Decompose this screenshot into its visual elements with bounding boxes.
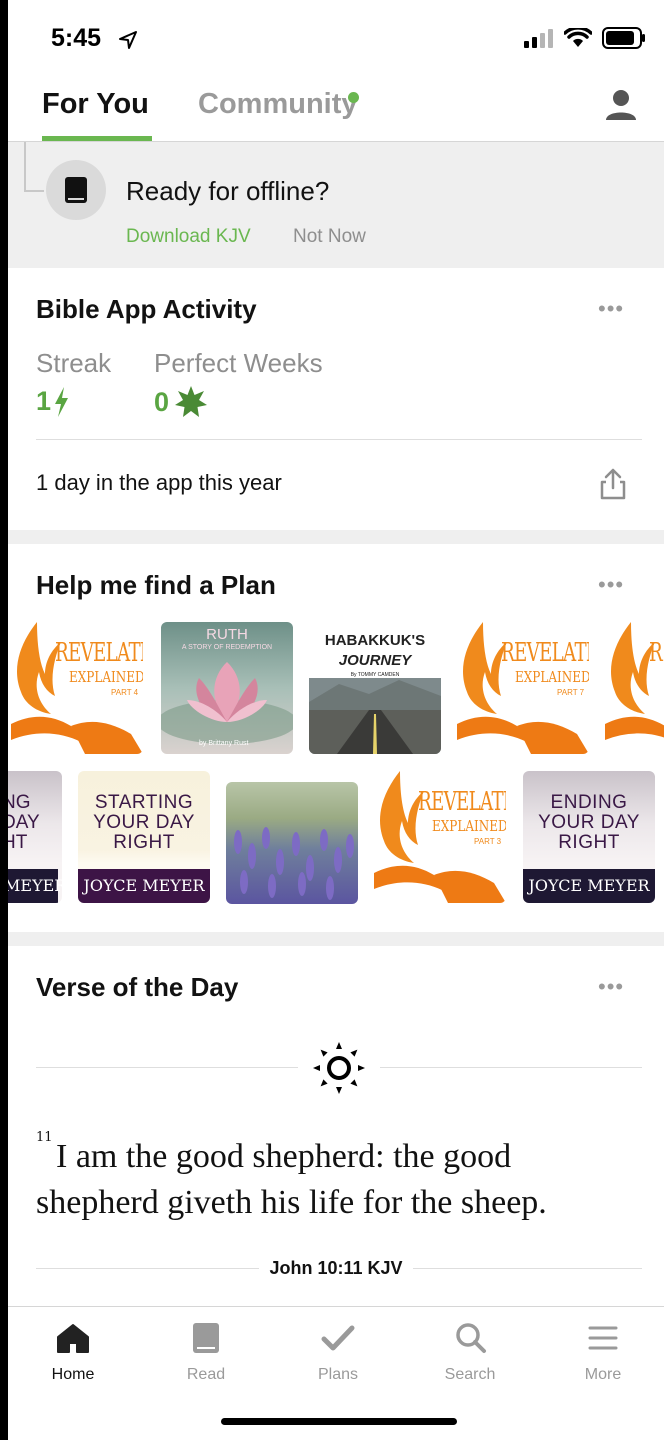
nav-more[interactable]: More	[548, 1321, 658, 1384]
plan-byline: by Brittany Rust	[199, 740, 249, 747]
nav-label: More	[584, 1366, 622, 1383]
book-icon	[65, 177, 87, 203]
home-icon	[57, 1324, 89, 1353]
plan-subtitle: EXPLAINED	[69, 668, 143, 686]
menu-icon	[588, 1326, 618, 1350]
book-icon	[193, 1323, 219, 1353]
top-tabs: For You Community	[8, 80, 664, 142]
nav-home[interactable]: Home	[18, 1321, 128, 1384]
plan-title: RUTH	[206, 626, 248, 643]
plan-revelation-partial[interactable]: R	[605, 622, 664, 754]
plan-subtitle: EXPLAINED	[515, 668, 589, 686]
nav-label: Read	[186, 1366, 226, 1383]
activity-divider	[36, 439, 642, 440]
starburst-icon	[175, 386, 208, 417]
perfect-weeks-label: Perfect Weeks	[154, 348, 323, 378]
plan-title: HABAKKUK'S	[324, 632, 426, 649]
plan-starting-your-day-right[interactable]: STARTING YOUR DAY RIGHT JOYCE MEYER	[78, 771, 210, 903]
check-icon	[321, 1325, 355, 1351]
status-icons	[524, 27, 646, 49]
battery-icon	[602, 27, 645, 49]
plan-title: REVELATION	[501, 638, 589, 668]
more-dots-icon[interactable]: •••	[598, 296, 624, 322]
offline-title: Ready for offline?	[126, 176, 330, 206]
nav-label: Plans	[317, 1366, 359, 1383]
nav-read[interactable]: Read	[151, 1321, 261, 1384]
search-icon	[456, 1323, 486, 1353]
nav-label: Home	[51, 1366, 95, 1383]
status-time: 5:45	[51, 24, 102, 52]
download-kjv-button[interactable]: Download KJV	[126, 226, 251, 248]
plan-part: PART 4	[111, 688, 139, 697]
section-separator	[8, 932, 664, 946]
plan-author: JOYCE MEYER	[523, 869, 655, 903]
streak-value: 1	[36, 386, 69, 417]
active-tab-indicator	[42, 136, 152, 141]
plan-ending-your-day-right[interactable]: ENDING YOUR DAY RIGHT JOYCE MEYER	[523, 771, 655, 903]
plan-part: PART 3	[474, 837, 502, 846]
plan-title: STARTING YOUR DAY RIGHT	[93, 792, 195, 853]
plan-title: ENDING YOUR DAY RIGHT	[538, 792, 640, 853]
perfect-weeks-number: 0	[154, 386, 170, 417]
days-in-app-text: 1 day in the app this year	[36, 470, 282, 495]
lightning-icon	[55, 386, 69, 417]
plan-habakkuks-journey[interactable]: HABAKKUK'S JOURNEY By TOMMY CAMDEN	[309, 622, 441, 754]
offline-banner: Ready for offline? Download KJV Not Now	[8, 142, 664, 268]
plan-subtitle: EXPLAINED	[432, 817, 506, 835]
plan-byline: By TOMMY CAMDEN	[350, 672, 400, 678]
plan-title: REVELATION	[418, 787, 506, 817]
nav-search[interactable]: Search	[415, 1321, 525, 1384]
plan-ending-partial[interactable]: NG DAY HT MEYER	[8, 771, 62, 903]
banner-connector-line	[24, 142, 44, 192]
offline-icon-circle	[46, 160, 106, 220]
verse-reference[interactable]: John 10:11 KJV	[8, 1258, 664, 1279]
plan-title: R	[649, 638, 663, 668]
location-arrow-icon	[119, 31, 137, 49]
plan-title: REVELATION	[55, 638, 143, 668]
plan-ruth[interactable]: RUTH A STORY OF REDEMPTION by Brittany R…	[161, 622, 293, 754]
section-separator	[8, 530, 664, 544]
verse-divider-left	[36, 1067, 298, 1068]
tab-community[interactable]: Community	[198, 88, 358, 121]
not-now-button[interactable]: Not Now	[293, 226, 366, 248]
activity-title: Bible App Activity	[36, 294, 257, 324]
nav-label: Search	[444, 1366, 496, 1383]
tab-for-you[interactable]: For You	[42, 88, 149, 121]
verse-text[interactable]: I am the good shepherd: the good shepher…	[36, 1134, 636, 1226]
person-icon[interactable]	[604, 88, 638, 122]
sun-icon	[313, 1042, 365, 1094]
verse-divider-right	[380, 1067, 642, 1068]
app-screen: 5:45 For You Community Ready for offline…	[8, 0, 664, 1440]
lavender-field-image	[234, 827, 354, 900]
plan-revelation-part-7[interactable]: REVELATION EXPLAINED PART 7	[457, 622, 589, 754]
plan-revelation-part-3[interactable]: REVELATION EXPLAINED PART 3	[374, 771, 506, 903]
streak-label: Streak	[36, 348, 112, 378]
plan-title: NG DAY HT	[8, 792, 40, 853]
share-icon[interactable]	[598, 468, 628, 500]
plan-author: MEYER	[8, 869, 62, 903]
plans-title: Help me find a Plan	[36, 570, 276, 600]
more-dots-icon[interactable]: •••	[598, 974, 624, 1000]
community-notification-dot	[348, 92, 359, 103]
plan-author: JOYCE MEYER	[78, 869, 210, 903]
wifi-icon	[564, 28, 592, 47]
streak-number: 1	[36, 386, 52, 416]
perfect-weeks-value: 0	[154, 386, 208, 418]
plan-part: PART 7	[557, 688, 585, 697]
plan-lavender[interactable]	[226, 782, 358, 904]
plan-subtitle: JOURNEY	[338, 652, 412, 669]
plan-subtitle: A STORY OF REDEMPTION	[181, 644, 273, 651]
home-indicator[interactable]	[221, 1418, 457, 1425]
more-dots-icon[interactable]: •••	[598, 572, 624, 598]
signal-icon	[524, 29, 553, 48]
plan-revelation-part-4[interactable]: REVELATION EXPLAINED PART 4	[11, 622, 143, 754]
verse-of-day-title: Verse of the Day	[36, 972, 239, 1002]
status-bar: 5:45	[8, 0, 664, 80]
nav-plans[interactable]: Plans	[283, 1321, 393, 1384]
